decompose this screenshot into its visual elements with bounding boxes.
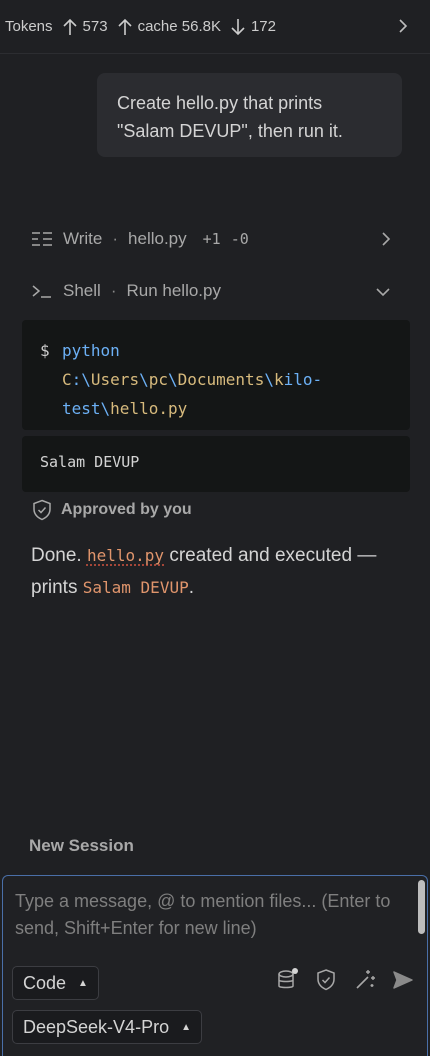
shield-check-icon [33,499,51,521]
path-part: \ [167,370,178,389]
shell-tool-description: Run hello.py [126,281,221,300]
path-part: k [273,370,284,389]
diff-removed: -0 [230,230,249,248]
separator-dot: · [112,229,119,248]
magic-wand-icon[interactable] [352,967,378,993]
write-tool-name: Write [63,229,103,248]
shell-output-block: Salam DEVUP [22,436,410,492]
shell-command-text: python C:\Users\pc\Documents\kilo- test\… [62,336,362,423]
list-edit-icon [31,230,53,248]
write-tool-file: hello.py [128,229,187,248]
path-part: Documents [177,370,265,389]
path-part: Users [90,370,140,389]
path-part: pc [148,370,168,389]
shell-command-block: $ python C:\Users\pc\Documents\kilo- tes… [22,320,410,430]
path-part: test [62,399,101,418]
token-usage-bar: Tokens 573 cache 56.8K 172 [0,0,430,54]
mode-selector[interactable]: Code ▲ [12,966,99,1000]
mode-label: Code [23,972,67,993]
user-message-bubble: Create hello.py that prints "Salam DEVUP… [97,73,402,157]
inline-code-value: Salam DEVUP [82,578,189,597]
arrow-up-icon [117,18,132,35]
tokens-up: 573 [62,18,108,36]
write-tool-row[interactable]: Write · hello.py +1 -0 [31,226,391,252]
new-session-label[interactable]: New Session [29,836,134,856]
chevron-down-icon[interactable] [375,283,391,303]
path-part: ilo- [283,370,323,389]
caret-up-icon: ▲ [78,977,88,989]
scrollbar[interactable] [418,880,425,934]
model-label: DeepSeek-V4-Pro [23,1016,170,1037]
file-link[interactable]: hello.py [87,546,164,565]
arrow-down-icon [231,18,245,35]
tokens-label: Tokens [5,18,53,35]
path-part: :\ [71,370,91,389]
msg-suffix: . [188,577,194,598]
path-part: hello.py [110,399,188,418]
tokens-cache-value: cache 56.8K [137,18,221,35]
model-selector[interactable]: DeepSeek-V4-Pro ▲ [12,1010,202,1044]
shield-icon[interactable] [313,967,339,993]
approval-status: Approved by you [32,499,192,521]
message-input[interactable] [15,888,409,948]
tokens-cache: cache 56.8K [117,18,221,36]
tokens-down: 172 [231,18,276,36]
caret-up-icon: ▲ [181,1021,191,1033]
path-part: C [62,370,72,389]
terminal-icon [31,282,53,300]
chevron-right-icon[interactable] [381,231,391,252]
command-program: python [62,341,120,360]
diff-added: +1 [202,230,221,248]
separator-dot: · [110,281,117,300]
expand-tokens-chevron-icon[interactable] [398,18,414,38]
shell-prompt: $ [40,341,50,360]
assistant-message: Done. hello.py created and executed — pr… [31,540,406,604]
tokens-down-value: 172 [250,18,276,35]
path-part: \ [139,370,149,389]
msg-prefix: Done. [31,545,87,566]
send-icon[interactable] [390,967,416,993]
path-part: \ [100,399,111,418]
approval-text: Approved by you [61,501,192,518]
shell-tool-name: Shell [63,281,101,300]
tokens-up-value: 573 [82,18,108,35]
shell-tool-row[interactable]: Shell · Run hello.py [31,278,391,304]
path-part: \ [264,370,274,389]
database-icon[interactable] [274,967,300,993]
arrow-up-icon [62,18,77,35]
